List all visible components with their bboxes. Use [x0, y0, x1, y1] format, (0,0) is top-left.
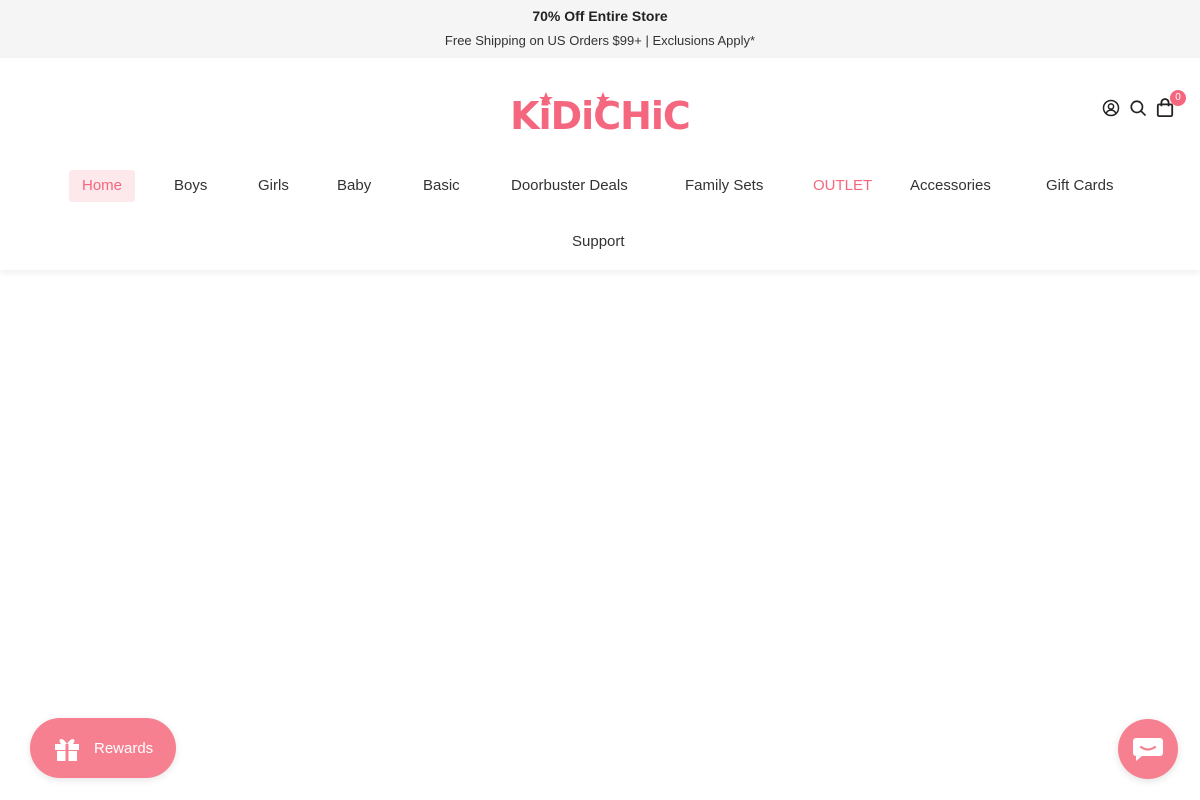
- nav-item-basic[interactable]: Basic: [423, 170, 460, 202]
- announcement-subline: Free Shipping on US Orders $99+ | Exclus…: [444, 33, 756, 48]
- nav-item-girls[interactable]: Girls: [258, 170, 289, 202]
- chat-icon: [1133, 738, 1163, 761]
- site-header: KiDiCHiC 0 Home Boys Girls Baby Basic Do…: [0, 58, 1200, 270]
- search-icon[interactable]: [1129, 96, 1147, 120]
- cart-count-badge: 0: [1170, 90, 1186, 106]
- chat-button[interactable]: [1118, 719, 1178, 779]
- nav-item-family-sets[interactable]: Family Sets: [685, 170, 763, 202]
- nav-item-support[interactable]: Support: [572, 226, 625, 258]
- kidichic-logo[interactable]: KiDiCHiC: [500, 90, 700, 138]
- nav-item-home[interactable]: Home: [69, 170, 136, 202]
- announcement-headline: 70% Off Entire Store: [532, 8, 668, 24]
- nav-item-doorbuster-deals[interactable]: Doorbuster Deals: [511, 170, 628, 202]
- nav-item-outlet[interactable]: OUTLET: [813, 170, 872, 202]
- rewards-button[interactable]: Rewards: [30, 718, 176, 778]
- announcement-bar: 70% Off Entire Store Free Shipping on US…: [0, 0, 1200, 58]
- gift-icon: [55, 739, 79, 761]
- nav-item-baby[interactable]: Baby: [337, 170, 371, 202]
- cart-icon[interactable]: 0: [1156, 90, 1186, 120]
- nav-item-accessories[interactable]: Accessories: [910, 170, 991, 202]
- rewards-label: Rewards: [94, 739, 154, 757]
- nav-item-gift-cards[interactable]: Gift Cards: [1046, 170, 1114, 202]
- nav-item-boys[interactable]: Boys: [174, 170, 207, 202]
- header-icons: 0: [1102, 90, 1186, 120]
- account-icon[interactable]: [1102, 96, 1120, 120]
